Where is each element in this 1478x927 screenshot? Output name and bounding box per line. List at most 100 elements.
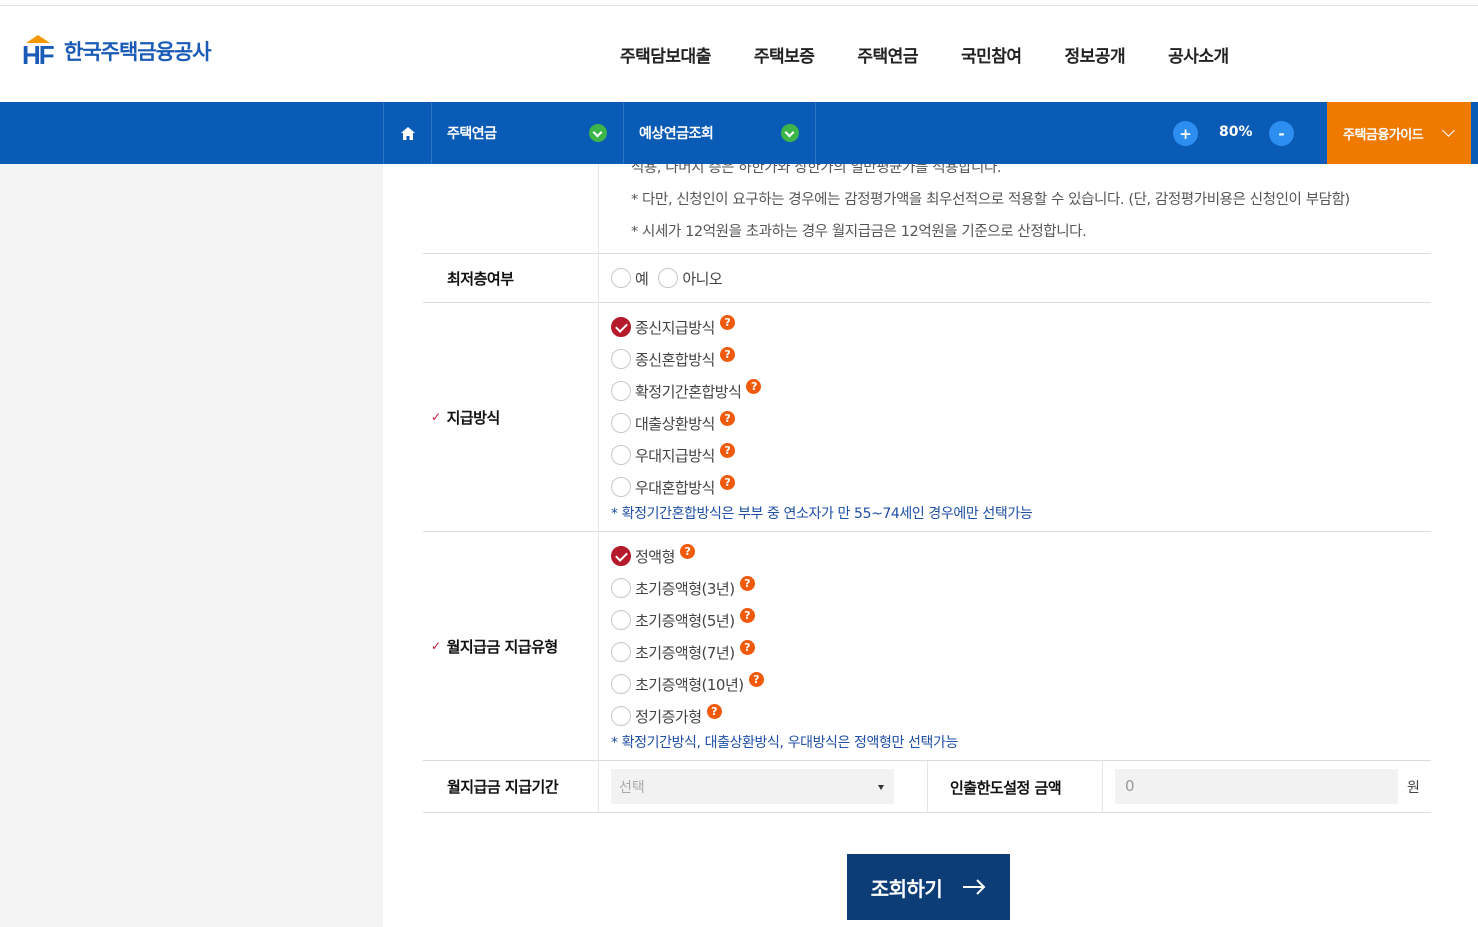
- breadcrumb-level1: 주택연금: [447, 126, 497, 142]
- help-icon[interactable]: ?: [746, 379, 762, 394]
- guide-dropdown[interactable]: 주택금융가이드: [1327, 102, 1471, 164]
- radio-option-early-increase-3y[interactable]: 초기증액형(3년)?: [611, 572, 1431, 604]
- payment-method-header: ✓ 지급방식: [423, 303, 599, 531]
- radio-label: 대출상환방식: [635, 414, 715, 433]
- radio-label: 확정기간혼합방식: [635, 382, 742, 401]
- radio-option-early-increase-5y[interactable]: 초기증액형(5년)?: [611, 604, 1431, 636]
- required-check-icon: ✓: [431, 639, 441, 653]
- home-button[interactable]: [383, 102, 432, 164]
- zoom-level: 80%: [1219, 124, 1253, 140]
- nav-item-mortgage-loan[interactable]: 주택담보대출: [620, 42, 711, 67]
- note-line: 적용, 나머지 층은 하한가와 상한가의 일반평균가를 적용합니다.: [631, 164, 1002, 176]
- radio-option-lifetime-mixed[interactable]: 종신혼합방식?: [611, 343, 1431, 375]
- help-icon[interactable]: ?: [679, 544, 695, 559]
- hf-logo-icon: HF: [22, 35, 56, 70]
- nav-item-participation[interactable]: 국민참여: [961, 42, 1022, 67]
- radio-button[interactable]: [611, 706, 631, 726]
- left-panel: [0, 164, 383, 927]
- radio-label: 우대혼합방식: [635, 478, 715, 497]
- radio-option-early-increase-10y[interactable]: 초기증액형(10년)?: [611, 668, 1431, 700]
- search-button-label: 조회하기: [870, 876, 943, 901]
- home-icon: [400, 126, 415, 140]
- notes-row: 적용, 나머지 층은 하한가와 상한가의 일반평균가를 적용합니다. * 다만,…: [423, 164, 1431, 254]
- radio-option-yes[interactable]: 예: [611, 262, 649, 294]
- radio-option-preferential-mixed[interactable]: 우대혼합방식?: [611, 471, 1431, 503]
- site-header: HF 한국주택금융공사 주택담보대출 주택보증 주택연금 국민참여 정보공개 공…: [0, 6, 1478, 102]
- payment-method-row: ✓ 지급방식 종신지급방식? 종신혼합방식? 확정기간혼합방식? 대출상환방식?…: [423, 303, 1431, 532]
- zoom-in-button[interactable]: +: [1173, 121, 1198, 146]
- radio-button[interactable]: [611, 610, 631, 630]
- help-icon[interactable]: ?: [739, 608, 755, 623]
- help-icon[interactable]: ?: [719, 411, 735, 426]
- radio-button[interactable]: [611, 674, 631, 694]
- radio-button-checked[interactable]: [611, 546, 631, 566]
- note-line: * 다만, 신청인이 요구하는 경우에는 감정평가액을 최우선적으로 적용할 수…: [631, 192, 1350, 208]
- help-icon[interactable]: ?: [719, 347, 735, 362]
- breadcrumb-level2-dropdown[interactable]: 예상연금조회: [624, 102, 816, 164]
- radio-option-preferential[interactable]: 우대지급방식?: [611, 439, 1431, 471]
- radio-label: 초기증액형(3년): [635, 579, 735, 598]
- chevron-down-icon: [589, 124, 607, 142]
- radio-label: 정액형: [635, 547, 675, 566]
- note-line: * 시세가 12억원을 초과하는 경우 월지급금은 12억원을 기준으로 산정합…: [631, 224, 1087, 240]
- radio-option-loan-repayment[interactable]: 대출상환방식?: [611, 407, 1431, 439]
- notes-row-header: [423, 164, 599, 253]
- help-icon[interactable]: ?: [719, 315, 735, 330]
- guide-label: 주택금융가이드: [1343, 127, 1424, 143]
- radio-label: 우대지급방식: [635, 446, 715, 465]
- pension-form: 적용, 나머지 층은 하한가와 상한가의 일반평균가를 적용합니다. * 다만,…: [423, 164, 1431, 813]
- help-icon[interactable]: ?: [739, 640, 755, 655]
- help-icon[interactable]: ?: [739, 576, 755, 591]
- radio-button[interactable]: [611, 477, 631, 497]
- nav-item-housing-guarantee[interactable]: 주택보증: [754, 42, 815, 67]
- radio-option-no[interactable]: 아니오: [658, 262, 723, 294]
- radio-label: 정기증가형: [635, 707, 702, 726]
- radio-button[interactable]: [611, 381, 631, 401]
- help-icon[interactable]: ?: [706, 704, 722, 719]
- radio-button[interactable]: [611, 268, 631, 288]
- payment-period-select[interactable]: 선택: [611, 769, 894, 804]
- radio-button[interactable]: [611, 413, 631, 433]
- help-icon[interactable]: ?: [719, 475, 735, 490]
- radio-option-lifetime[interactable]: 종신지급방식?: [611, 311, 1431, 343]
- radio-button[interactable]: [611, 578, 631, 598]
- payment-period-label: 월지급금 지급기간: [423, 761, 599, 812]
- radio-option-fixed-term-mixed[interactable]: 확정기간혼합방식?: [611, 375, 1431, 407]
- help-icon[interactable]: ?: [748, 672, 764, 687]
- site-logo[interactable]: HF 한국주택금융공사: [22, 35, 212, 70]
- payment-method-hint: * 확정기간혼합방식은 부부 중 연소자가 만 55~74세인 경우에만 선택가…: [611, 506, 1033, 522]
- radio-button-checked[interactable]: [611, 317, 631, 337]
- search-button[interactable]: 조회하기: [847, 854, 1010, 920]
- radio-button[interactable]: [611, 349, 631, 369]
- radio-button[interactable]: [611, 445, 631, 465]
- nav-item-housing-pension[interactable]: 주택연금: [857, 42, 918, 67]
- select-value: 선택: [619, 780, 645, 796]
- zoom-out-button[interactable]: -: [1269, 121, 1294, 146]
- radio-option-fixed-amount[interactable]: 정액형?: [611, 540, 1431, 572]
- nav-item-about[interactable]: 공사소개: [1168, 42, 1229, 67]
- radio-option-early-increase-7y[interactable]: 초기증액형(7년)?: [611, 636, 1431, 668]
- help-icon[interactable]: ?: [719, 443, 735, 458]
- lowest-floor-row: 최저층여부 예 아니오: [423, 254, 1431, 303]
- radio-label: 아니오: [682, 269, 723, 288]
- radio-label: 초기증액형(10년): [635, 675, 744, 694]
- radio-button[interactable]: [658, 268, 679, 288]
- radio-label: 초기증액형(7년): [635, 643, 735, 662]
- breadcrumb-level1-dropdown[interactable]: 주택연금: [432, 102, 624, 164]
- radio-option-periodic-increase[interactable]: 정기증가형?: [611, 700, 1431, 732]
- payment-period-row: 월지급금 지급기간 선택 인출한도설정 금액 0 원: [423, 761, 1431, 813]
- radio-label: 예: [635, 269, 649, 288]
- withdrawal-limit-input[interactable]: 0: [1115, 769, 1398, 804]
- nav-item-disclosure[interactable]: 정보공개: [1065, 42, 1126, 67]
- currency-unit: 원: [1407, 780, 1420, 796]
- chevron-down-icon: [781, 124, 799, 142]
- radio-button[interactable]: [611, 642, 631, 662]
- required-check-icon: ✓: [431, 410, 441, 424]
- payment-type-row: ✓ 월지급금 지급유형 정액형? 초기증액형(3년)? 초기증액형(5년)? 초…: [423, 532, 1431, 761]
- arrow-right-icon: [963, 879, 986, 895]
- payment-method-label: 지급방식: [446, 408, 501, 427]
- radio-label: 초기증액형(5년): [635, 611, 735, 630]
- main-content: 적용, 나머지 층은 하한가와 상한가의 일반평균가를 적용합니다. * 다만,…: [383, 164, 1478, 927]
- radio-label: 종신지급방식: [635, 318, 715, 337]
- radio-label: 종신혼합방식: [635, 350, 715, 369]
